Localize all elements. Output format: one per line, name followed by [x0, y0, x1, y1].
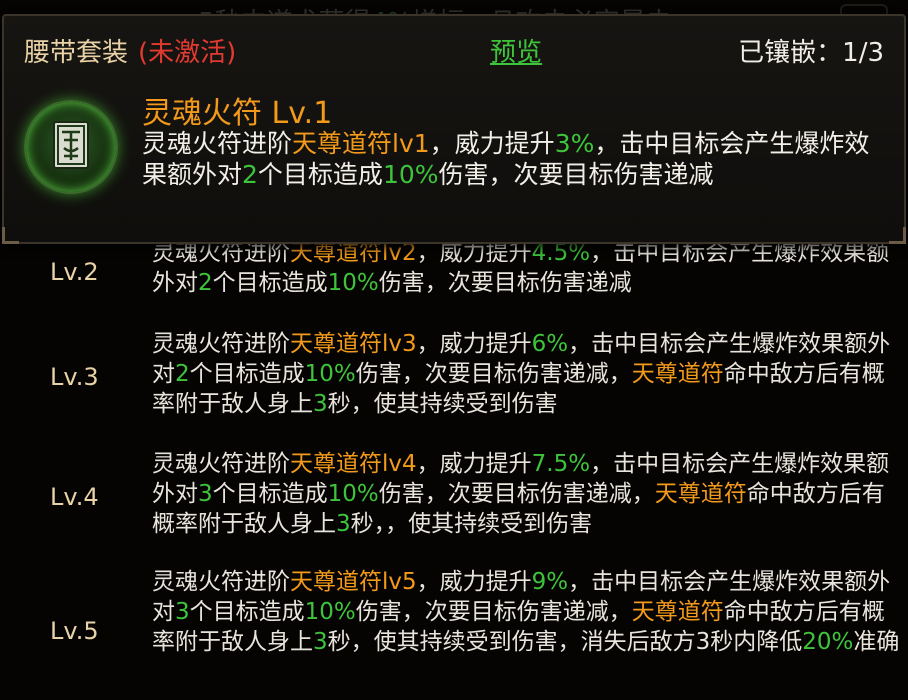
- soul-fire-talisman-icon[interactable]: [24, 100, 118, 194]
- level-description: 灵魂火符进阶天尊道符lv2，威力提升4.5%，击中目标会产生爆炸效果额外对2个目…: [152, 240, 890, 296]
- set-name: 腰带套装 (未激活): [24, 38, 237, 68]
- set-tooltip-panel: 腰带套装 (未激活) 预览 已镶嵌：1/3 灵魂火符 Lv.1 灵魂火符进阶天尊道…: [2, 14, 906, 244]
- level-label: Lv.5: [50, 617, 99, 645]
- level-description: 灵魂火符进阶天尊道符lv3，威力提升6%，击中目标会产生爆炸效果额外对2个目标造…: [152, 331, 891, 417]
- skill-title: 灵魂火符 Lv.1: [142, 96, 333, 131]
- level-description: 灵魂火符进阶天尊道符lv5，威力提升9%，击中目标会产生爆炸效果额外对3个目标造…: [152, 569, 900, 655]
- preview-link[interactable]: 预览: [490, 32, 542, 69]
- set-status: (未激活): [138, 38, 237, 68]
- level-label: Lv.2: [50, 258, 99, 286]
- level-description: 灵魂火符进阶天尊道符lv4，威力提升7.5%，击中目标会产生爆炸效果额外对3个目…: [152, 451, 890, 537]
- skill-description: 灵魂火符进阶天尊道符lv1，威力提升3%，击中目标会产生爆炸效果额外对2个目标造…: [142, 129, 870, 189]
- level-label: Lv.3: [50, 363, 99, 391]
- level-label: Lv.4: [50, 483, 99, 511]
- inlaid-count: 已镶嵌：1/3: [738, 38, 884, 68]
